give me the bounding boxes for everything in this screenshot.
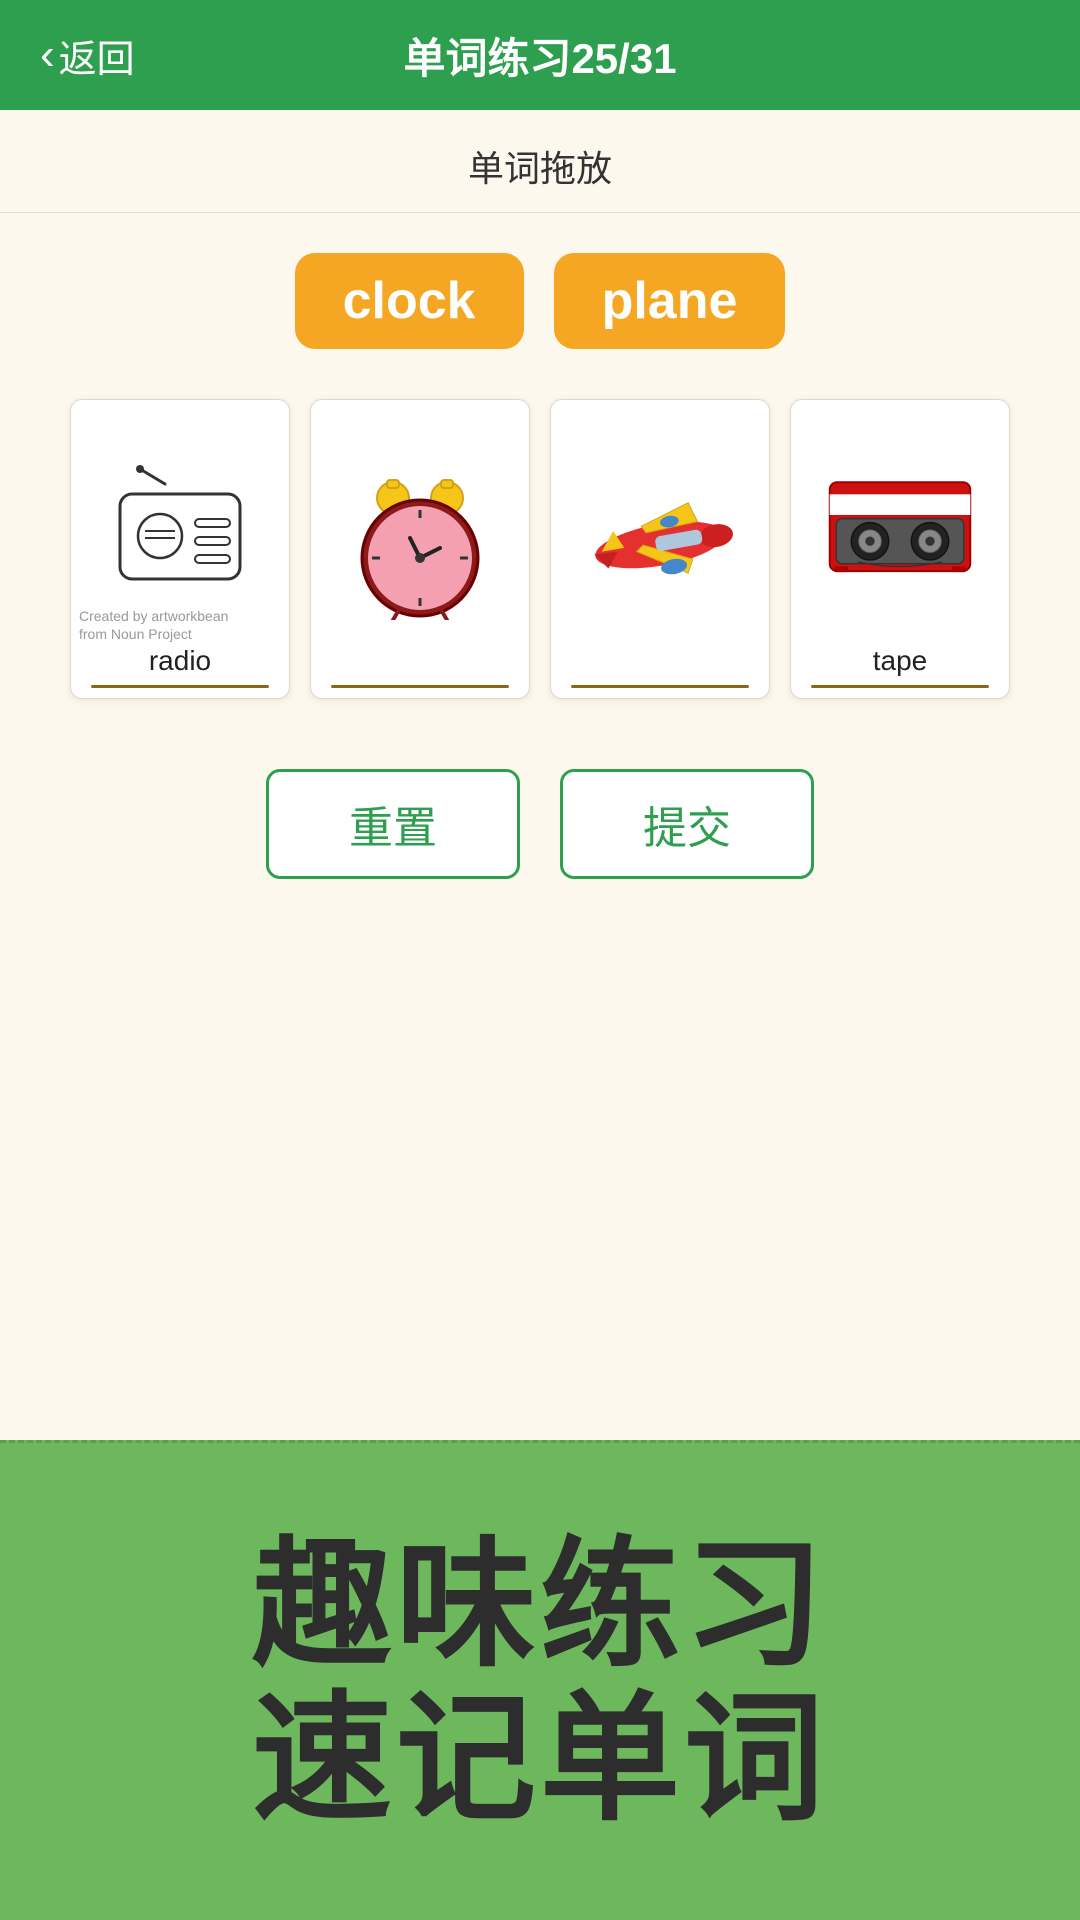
- header: ‹ 返回 单词练习25/31: [0, 0, 1080, 110]
- card-image-tape: [801, 420, 999, 637]
- sub-header: 单词拖放: [0, 110, 1080, 213]
- banner-line2: 速记单词: [252, 1682, 828, 1836]
- card-tape[interactable]: tape: [790, 399, 1010, 699]
- card-radio[interactable]: radio Created by artworkbeanfrom Noun Pr…: [70, 399, 290, 699]
- card-image-clock: [321, 420, 519, 669]
- banner-line1: 趣味练习: [252, 1528, 828, 1682]
- word-button-clock[interactable]: clock: [295, 253, 524, 349]
- header-title: 单词练习25/31: [403, 25, 676, 86]
- card-image-radio: [81, 420, 279, 637]
- submit-button[interactable]: 提交: [560, 769, 814, 879]
- card-plane[interactable]: [550, 399, 770, 699]
- back-chevron-icon: ‹: [40, 33, 55, 77]
- reset-button[interactable]: 重置: [266, 769, 520, 879]
- back-label: 返回: [59, 28, 135, 83]
- action-buttons: 重置 提交: [266, 769, 814, 879]
- credit-text: Created by artworkbeanfrom Noun Project: [79, 607, 228, 643]
- back-button[interactable]: ‹ 返回: [40, 28, 135, 83]
- card-clock[interactable]: [310, 399, 530, 699]
- card-underline-radio: [91, 685, 269, 688]
- sub-title: 单词拖放: [468, 148, 612, 189]
- main-content: clock plane: [0, 213, 1080, 1440]
- word-buttons: clock plane: [295, 253, 786, 349]
- card-underline-tape: [811, 685, 989, 688]
- card-label-radio: radio: [149, 637, 211, 685]
- card-label-tape: tape: [873, 637, 928, 685]
- card-underline-clock: [331, 685, 509, 688]
- bottom-banner: 趣味练习 速记单词: [0, 1440, 1080, 1920]
- card-image-plane: [561, 420, 759, 669]
- card-underline-plane: [571, 685, 749, 688]
- image-cards: radio Created by artworkbeanfrom Noun Pr…: [70, 399, 1010, 699]
- word-button-plane[interactable]: plane: [554, 253, 786, 349]
